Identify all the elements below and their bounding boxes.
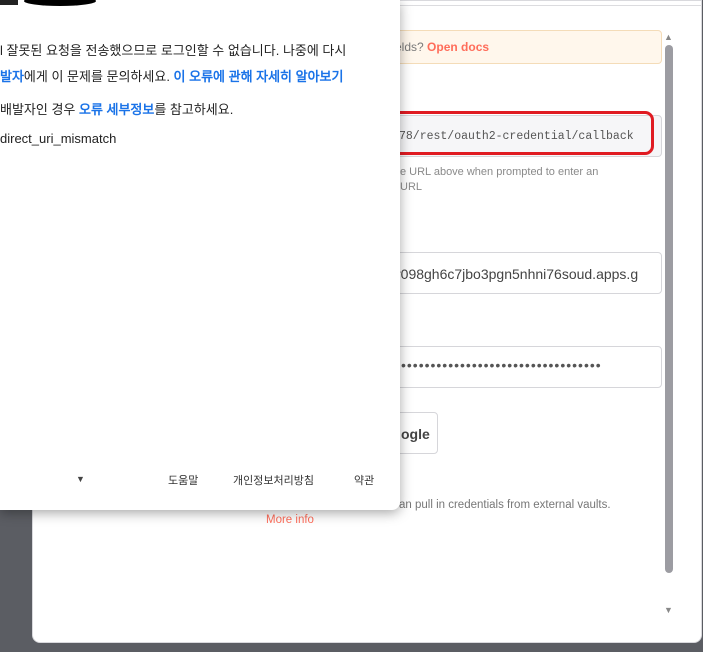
modal-header-divider [400,0,702,6]
google-button-label: ogle [401,426,430,442]
client-secret-value: •••••••••••••••••••••••••••••••••• [401,357,602,373]
scroll-down-arrow-icon[interactable]: ▼ [664,605,673,615]
client-secret-input[interactable]: •••••••••••••••••••••••••••••••••• [380,346,662,388]
red-highlight-annotation [378,111,654,155]
google-error-window: l 잘못된 요청을 전송했으므로 로그인할 수 없습니다. 나중에 다시 발자에… [0,0,400,510]
docs-notice: se fields? Open docs [366,30,662,64]
footer-privacy-link[interactable]: 개인정보처리방침 [233,472,314,488]
external-vaults-text: an pull in credentials from external vau… [399,499,611,511]
error-message-line-2: 발자에게 이 문제를 문의하세요. 이 오류에 관해 자세히 알아보기 [0,66,343,85]
client-id-value: r098gh6c7jbo3pgn5nhni76soud.apps.g [396,266,639,282]
developer-link[interactable]: 발자 [0,69,24,84]
redaction-scribble [24,0,96,6]
error-code: direct_uri_mismatch [0,131,117,146]
redaction-mark [0,0,18,5]
footer-terms-link[interactable]: 약관 [354,472,374,488]
developer-prefix: 배발자인 경우 [0,102,79,117]
developer-suffix: 를 참고하세요. [154,102,234,117]
language-dropdown-icon[interactable]: ▼ [76,474,85,484]
hint-line-1: e URL above when prompted to enter an [400,166,599,178]
error-message-line-3: 배발자인 경우 오류 세부정보를 참고하세요. [0,99,233,118]
open-docs-link[interactable]: Open docs [427,40,489,54]
footer-help-link[interactable]: 도움말 [168,472,198,488]
error-message-line-1: l 잘못된 요청을 전송했으므로 로그인할 수 없습니다. 나중에 다시 [0,43,347,58]
contact-text: 에게 이 문제를 문의하세요. [23,69,174,84]
redirect-url-hint: e URL above when prompted to enter an UR… [400,165,660,195]
client-id-input[interactable]: r098gh6c7jbo3pgn5nhni76soud.apps.g [380,252,662,294]
more-info-link[interactable]: More info [266,514,314,526]
learn-more-link[interactable]: 이 오류에 관해 자세히 알아보기 [174,69,344,84]
scroll-up-arrow-icon[interactable]: ▲ [664,32,673,42]
error-details-link[interactable]: 오류 세부정보 [79,102,154,117]
hint-line-2: URL [400,181,423,193]
scrollbar-thumb[interactable] [665,45,673,573]
